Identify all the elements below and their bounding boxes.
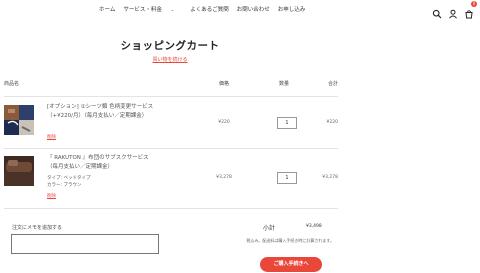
product-image[interactable] [4,156,34,186]
header-total: 合計 [327,81,338,87]
subtotal-label: 小計 [263,225,276,232]
tax-shipping-note: 税込み。配送料は購入手続き時に計算されます。 [246,238,334,243]
remove-link[interactable]: 削除 [47,134,56,140]
product-price: ¥3,278 [216,175,232,180]
cart-icon[interactable]: 0 [464,1,477,19]
page-title: ショッピングカート [120,40,220,52]
divider [4,208,338,209]
header-qty: 数量 [279,81,290,87]
nav-link-home[interactable]: ホーム [99,5,115,13]
chevron-down-icon: ⌄ [170,7,175,12]
cart-count-badge: 0 [471,1,477,7]
header-price: 価格 [219,81,230,87]
cart-table-header: 商品名 価格 数量 合計 [4,80,338,90]
search-icon[interactable] [432,4,442,19]
divider [4,96,338,97]
order-note-label: 注文にメモを追加する [12,225,63,231]
continue-shopping-link[interactable]: 買い物を続ける [0,56,340,63]
product-name-link[interactable]: [オプション] ①シーツ類 色柄変更サービス（+¥220/月）（毎月支払い／定期… [47,103,157,121]
subtotal-value: ¥3,498 [306,224,322,229]
checkout-button[interactable]: ご購入手続きへ [260,257,322,272]
cart-row: 『 RAKUTON 』布団のサブスクサービス（毎月支払い／定期課金） タイプ: … [4,154,338,206]
line-total: ¥220 [326,120,338,125]
quantity-input[interactable]: 1 [277,117,297,129]
header-product: 商品名 [4,81,20,87]
top-nav: ホーム サービス・料金 ⌄ よくあるご質問 お問い合わせ お申し込み 0 [0,1,480,19]
nav-link-apply[interactable]: お申し込み [278,5,306,13]
divider [4,148,338,149]
product-name-link[interactable]: 『 RAKUTON 』布団のサブスクサービス（毎月支払い／定期課金） [47,154,157,172]
nav-links: ホーム サービス・料金 ⌄ よくあるご質問 お問い合わせ お申し込み [99,5,313,13]
account-icon[interactable] [448,4,458,19]
remove-link[interactable]: 削除 [47,193,56,199]
order-note-textarea[interactable] [11,234,159,254]
nav-link-services-label: サービス・料金 [123,7,162,13]
product-option-color: カラー: ブラウン [47,183,82,188]
quantity-input[interactable]: 1 [277,172,297,184]
nav-link-contact[interactable]: お問い合わせ [237,5,270,13]
line-total: ¥3,278 [322,175,338,180]
product-price: ¥220 [218,120,230,125]
product-image[interactable] [4,105,34,135]
nav-link-faq[interactable]: よくあるご質問 [190,5,229,13]
nav-link-services[interactable]: サービス・料金 ⌄ [123,5,182,13]
product-option-type: タイプ: ベッドタイプ [47,176,91,181]
